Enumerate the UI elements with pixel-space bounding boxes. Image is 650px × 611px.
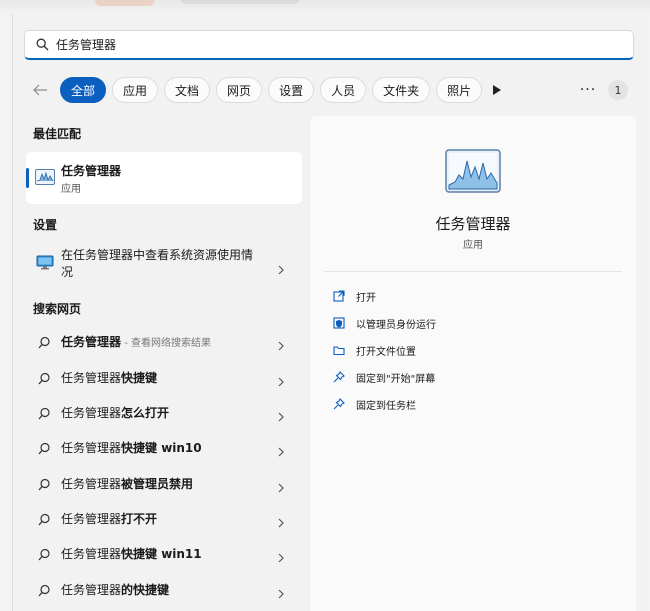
web-result-query: 任务管理器 [61,371,122,385]
action-label: 打开 [356,292,376,304]
best-match-card[interactable]: 任务管理器 应用 [26,152,302,204]
filter-settings[interactable]: 设置 [268,77,315,103]
action-open[interactable]: 打开 [332,286,376,306]
detail-title: 任务管理器 [435,215,511,233]
web-result-suggestion: 的快捷键 [121,583,170,597]
chevron-right-icon [276,336,286,351]
web-result-suggestion: 快捷键 win11 [121,547,202,561]
search-icon [38,440,52,455]
chevron-right-icon [276,260,286,275]
web-result-hint: - 查看网络搜索结果 [121,338,211,349]
filter-photos[interactable]: 照片 [436,77,483,103]
web-result-1[interactable]: 任务管理器 - 查看网络搜索结果 [26,327,302,355]
web-result-query: 任务管理器 [61,335,122,349]
more-options-button[interactable]: ··· [578,76,598,104]
screen: { "search": { "value": "任务管理器" }, "filte… [0,0,650,611]
section-web-search: 搜索网页 [33,302,82,316]
pin-icon [332,397,346,411]
filter-people[interactable]: 人员 [320,77,367,103]
section-settings: 设置 [33,218,58,232]
search-icon [38,405,52,420]
background-blur [95,0,155,6]
pin-icon [332,370,346,384]
result-count-badge[interactable]: 1 [608,80,628,100]
web-result-8[interactable]: 任务管理器的快捷键 [26,575,302,603]
open-icon [332,289,346,303]
web-result-query: 任务管理器 [61,406,122,420]
filter-folders[interactable]: 文件夹 [372,77,431,103]
chevron-right-icon [276,584,286,599]
search-input[interactable] [56,37,596,52]
search-icon [38,546,52,561]
shield-icon [332,316,346,330]
settings-result-label: 在任务管理器中查看系统资源使用情况 [61,248,254,279]
web-result-suggestion: 怎么打开 [121,406,170,420]
web-result-3[interactable]: 任务管理器怎么打开 [26,398,302,426]
web-result-query: 任务管理器 [61,477,122,491]
chevron-right-icon [276,513,286,528]
chevron-right-icon [276,442,286,457]
action-label: 固定到任务栏 [356,400,416,412]
back-button[interactable] [26,76,54,104]
action-open-file-location[interactable]: 打开文件位置 [332,340,416,360]
filter-all[interactable]: 全部 [60,77,107,103]
web-result-suggestion: 被管理员禁用 [121,477,194,491]
search-icon [38,370,52,385]
folder-icon [332,343,346,357]
web-result-query: 任务管理器 [61,441,122,455]
search-icon [38,511,52,526]
action-pin-to-taskbar[interactable]: 固定到任务栏 [332,394,416,414]
web-result-7[interactable]: 任务管理器快捷键 win11 [26,539,302,567]
best-match-type: 应用 [61,184,81,195]
settings-result[interactable]: 在任务管理器中查看系统资源使用情况 [26,243,302,287]
section-best-match: 最佳匹配 [33,127,82,141]
task-manager-icon [35,169,55,185]
web-result-2[interactable]: 任务管理器快捷键 [26,363,302,391]
divider [324,271,622,272]
web-result-query: 任务管理器 [61,583,122,597]
web-result-suggestion: 打不开 [121,512,158,526]
web-result-suggestion: 快捷键 win10 [121,441,202,455]
task-manager-icon [445,149,501,193]
action-pin-to-start[interactable]: 固定到"开始"屏幕 [332,367,435,387]
chevron-right-icon [276,407,286,422]
play-icon[interactable] [490,76,504,104]
web-result-query: 任务管理器 [61,512,122,526]
filter-documents[interactable]: 文档 [164,77,211,103]
selection-indicator [26,168,29,188]
filter-web[interactable]: 网页 [216,77,263,103]
web-result-6[interactable]: 任务管理器打不开 [26,504,302,532]
monitor-icon [36,255,54,271]
filter-apps[interactable]: 应用 [112,77,159,103]
web-result-5[interactable]: 任务管理器被管理员禁用 [26,469,302,497]
action-label: 打开文件位置 [356,346,416,358]
chevron-right-icon [276,548,286,563]
search-icon [36,38,50,52]
best-match-name: 任务管理器 [61,164,122,178]
chevron-right-icon [276,372,286,387]
search-icon [38,334,52,349]
action-run-as-admin[interactable]: 以管理员身份运行 [332,313,436,333]
detail-subtitle: 应用 [463,240,483,251]
search-icon [38,582,52,597]
search-icon [38,476,52,491]
search-box[interactable] [24,30,634,60]
filter-bar: 全部 应用 文档 网页 设置 人员 文件夹 照片 ··· 1 [26,76,634,104]
web-result-suggestion: 快捷键 [121,371,158,385]
detail-pane: 任务管理器 应用 打开 以管理员身份运行 打开文件位置 固定到"开始"屏幕 固定… [310,116,636,611]
action-label: 以管理员身份运行 [356,319,436,331]
chevron-right-icon [276,478,286,493]
action-label: 固定到"开始"屏幕 [356,373,436,385]
background-blur [180,0,300,4]
web-result-4[interactable]: 任务管理器快捷键 win10 [26,433,302,461]
web-result-query: 任务管理器 [61,547,122,561]
